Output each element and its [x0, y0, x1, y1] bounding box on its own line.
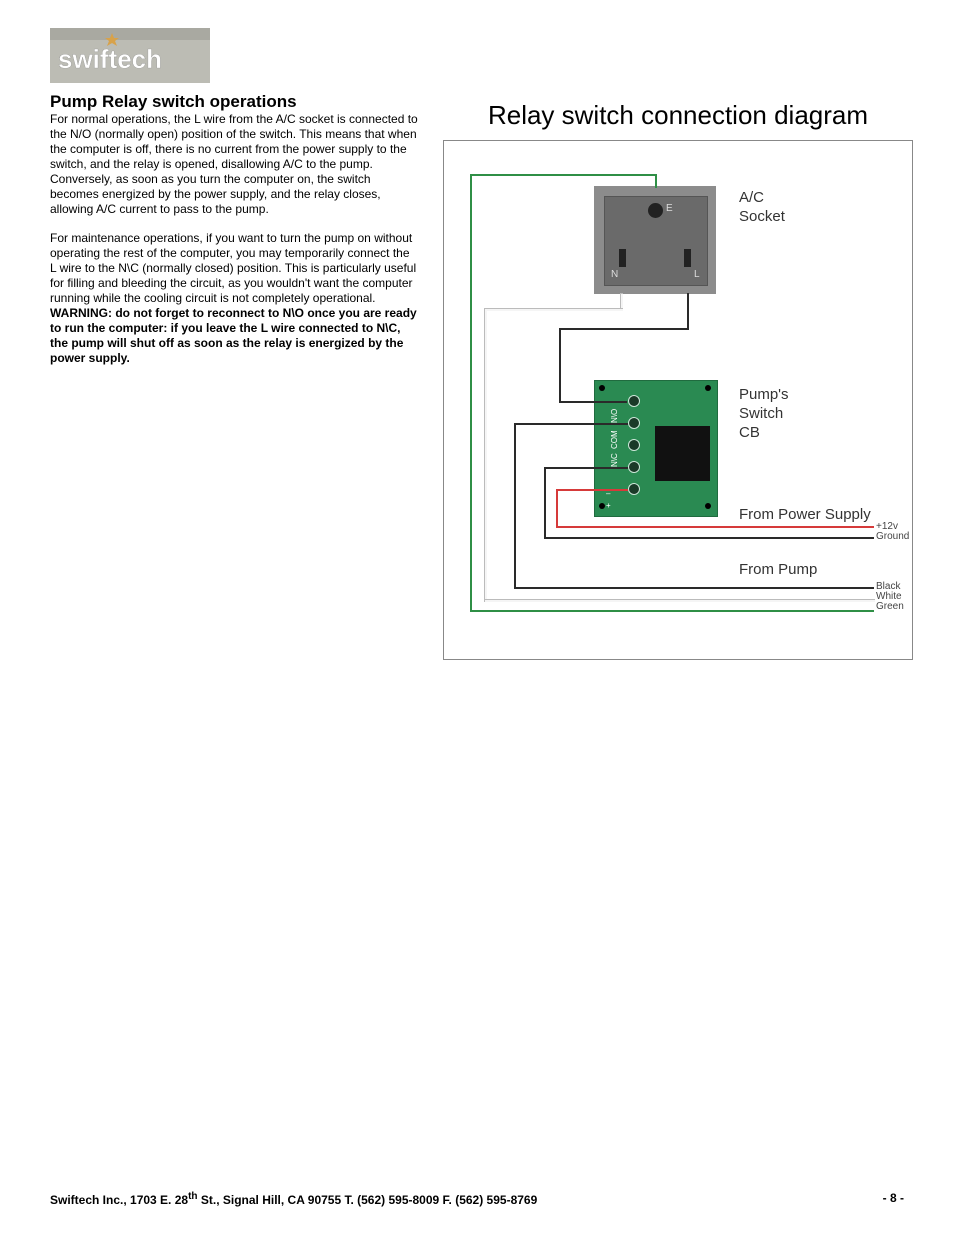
page-number: - 8 - [883, 1191, 904, 1207]
term-label-no: N\O [610, 409, 619, 423]
page-footer: Swiftech Inc., 1703 E. 28th St., Signal … [50, 1191, 904, 1207]
wire-earth [655, 174, 657, 188]
wire-psu-ground [544, 467, 628, 469]
term-label-plus: + [606, 501, 611, 510]
relay-component [655, 426, 710, 481]
wire-com-to-pump [514, 423, 628, 425]
pcb-mount-hole [705, 385, 711, 391]
wire-earth [470, 174, 472, 612]
diagram-title: Relay switch connection diagram [443, 100, 913, 131]
wire-psu-12v [556, 489, 558, 527]
socket-letter-e: E [666, 203, 673, 214]
wire-com-to-pump [514, 423, 516, 588]
section-title: Pump Relay switch operations [50, 92, 297, 112]
socket-live-slot [684, 249, 691, 267]
pcb-mount-hole [705, 503, 711, 509]
label-pump-switch: Pump's Switch CB [739, 386, 789, 442]
relay-diagram: E N L A/C Socket N\O COM N\C – + Pump's … [443, 140, 913, 660]
term-label-com: COM [610, 430, 619, 449]
paragraph-2-warning: WARNING: do not forget to reconnect to N… [50, 306, 417, 365]
wire-neutral [484, 308, 487, 601]
wire-com-to-pump [514, 587, 874, 589]
label-ac-socket: A/C Socket [739, 189, 785, 227]
wire-neutral [620, 293, 623, 309]
label-from-pump: From Pump [739, 561, 817, 580]
wire-live-to-no [687, 293, 689, 328]
label-pump-green: Green [876, 601, 904, 613]
wire-neutral [484, 308, 623, 311]
body-text: For normal operations, the L wire from t… [50, 112, 418, 380]
socket-neutral-slot [619, 249, 626, 267]
terminal-plus [628, 483, 640, 495]
label-from-psu: From Power Supply [739, 506, 871, 525]
wire-psu-ground [544, 537, 874, 539]
swiftech-logo: swiftech [50, 28, 210, 83]
pcb-mount-hole [599, 385, 605, 391]
socket-letter-l: L [694, 269, 700, 280]
term-label-nc: N\C [610, 453, 619, 467]
wire-live-to-no [559, 328, 689, 330]
wire-psu-12v [556, 526, 874, 528]
paragraph-2: For maintenance operations, if you want … [50, 231, 418, 366]
wire-psu-12v [556, 489, 628, 491]
terminal-nc [628, 439, 640, 451]
wire-live-to-no [559, 401, 627, 403]
wire-psu-ground [544, 467, 546, 539]
terminal-no [628, 395, 640, 407]
terminal-com [628, 417, 640, 429]
logo-text: swiftech [58, 44, 162, 74]
socket-letter-n: N [611, 269, 618, 280]
label-psu-ground: Ground [876, 531, 909, 543]
paragraph-2-plain: For maintenance operations, if you want … [50, 231, 416, 305]
terminal-minus [628, 461, 640, 473]
wire-earth [470, 174, 657, 176]
wire-neutral [484, 599, 875, 602]
socket-earth-hole [648, 203, 663, 218]
wire-live-to-no [559, 328, 561, 401]
pcb-mount-hole [599, 503, 605, 509]
footer-address: Swiftech Inc., 1703 E. 28th St., Signal … [50, 1191, 537, 1207]
wire-earth [470, 610, 874, 612]
paragraph-1: For normal operations, the L wire from t… [50, 112, 418, 217]
